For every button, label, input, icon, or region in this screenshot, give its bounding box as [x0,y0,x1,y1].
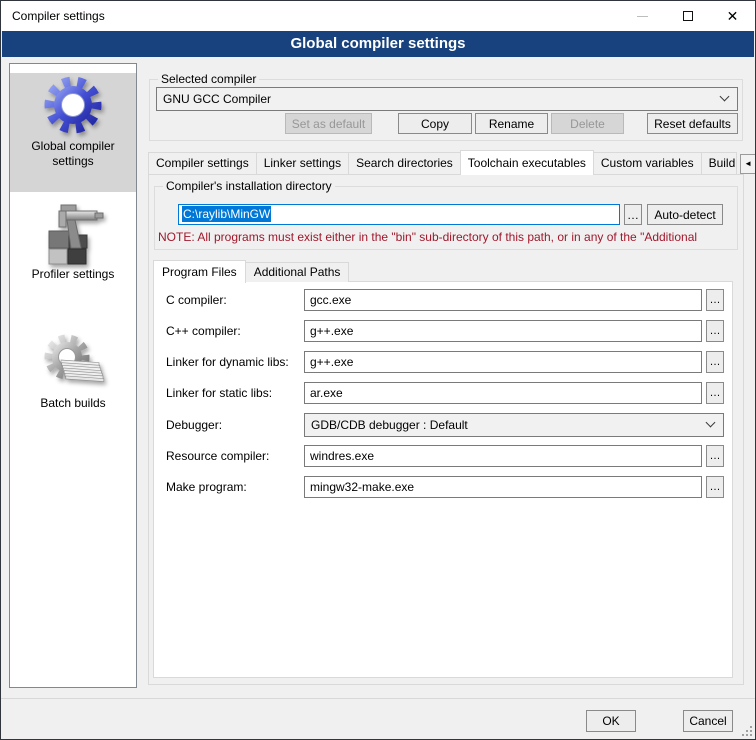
compiler-select[interactable]: GNU GCC Compiler [156,87,738,111]
rename-button[interactable]: Rename [475,113,548,134]
minimize-icon [637,16,648,17]
tab-compiler-settings[interactable]: Compiler settings [148,152,257,174]
sidebar-item-batch-builds[interactable]: Batch builds [10,330,136,450]
tab-scroll-left-icon[interactable]: ◄ [740,154,756,174]
install-dir-browse-button[interactable]: … [624,204,642,225]
blue-gear-icon [41,73,105,137]
caliper-icon [41,201,105,265]
minimize-button[interactable] [620,1,665,31]
copy-button[interactable]: Copy [398,113,472,134]
autodetect-button[interactable]: Auto-detect [647,204,723,225]
sidebar-item-profiler-settings[interactable]: Profiler settings [10,201,136,321]
static-linker-input[interactable] [304,382,702,404]
compiler-select-value: GNU GCC Compiler [163,92,271,106]
delete-button[interactable]: Delete [551,113,624,134]
gray-gear-stack-icon [41,330,105,394]
cpp-compiler-label: C++ compiler: [166,320,241,342]
debugger-select[interactable]: GDB/CDB debugger : Default [304,413,724,437]
chevron-down-icon [720,92,730,102]
cpp-compiler-input[interactable] [304,320,702,342]
banner-title: Global compiler settings [2,31,754,57]
footer-divider [1,698,755,699]
sidebar-item-label: Profiler settings [10,267,136,282]
static-linker-label: Linker for static libs: [166,382,272,404]
sidebar-item-label: Batch builds [10,396,136,411]
set-as-default-button[interactable]: Set as default [285,113,372,134]
resource-compiler-browse-button[interactable]: … [706,445,724,467]
chevron-down-icon [706,418,716,428]
subtab-additional-paths[interactable]: Additional Paths [245,262,350,282]
subtab-program-files[interactable]: Program Files [153,260,246,283]
maximize-button[interactable] [665,1,710,31]
tab-custom-variables[interactable]: Custom variables [593,152,702,174]
make-program-label: Make program: [166,476,247,498]
c-compiler-input[interactable] [304,289,702,311]
sidebar-item-label: Global compiler settings [10,139,136,169]
resource-compiler-label: Resource compiler: [166,445,269,467]
tab-linker-settings[interactable]: Linker settings [256,152,349,174]
install-dir-input[interactable]: C:\raylib\MinGW [178,204,620,225]
resource-compiler-input[interactable] [304,445,702,467]
group-label: Compiler's installation directory [163,179,335,193]
settings-tabbar: Compiler settings Linker settings Search… [148,149,756,174]
dynamic-linker-browse-button[interactable]: … [706,351,724,373]
tab-search-directories[interactable]: Search directories [348,152,461,174]
resize-grip[interactable] [742,726,752,736]
c-compiler-browse-button[interactable]: … [706,289,724,311]
install-dir-value: C:\raylib\MinGW [182,206,271,222]
c-compiler-label: C compiler: [166,289,227,311]
reset-defaults-button[interactable]: Reset defaults [647,113,738,134]
maximize-icon [683,11,693,21]
debugger-select-value: GDB/CDB debugger : Default [311,418,468,432]
close-button[interactable]: ✕ [710,1,755,31]
make-program-input[interactable] [304,476,702,498]
titlebar: Compiler settings ✕ [1,1,755,31]
ok-button[interactable]: OK [586,710,636,732]
sidebar-item-global-compiler-settings[interactable]: Global compiler settings [10,73,136,192]
tab-toolchain-executables[interactable]: Toolchain executables [460,150,594,175]
close-icon: ✕ [727,8,739,25]
tab-build-options[interactable]: Build [701,152,737,174]
window-title: Compiler settings [12,9,105,23]
group-label: Selected compiler [158,72,259,86]
dynamic-linker-input[interactable] [304,351,702,373]
compiler-settings-dialog: Compiler settings ✕ Global compiler sett… [0,0,756,740]
program-tabs: Program Files Additional Paths [153,259,349,282]
cancel-button[interactable]: Cancel [683,710,733,732]
debugger-label: Debugger: [166,414,222,436]
dynamic-linker-label: Linker for dynamic libs: [166,351,289,373]
static-linker-browse-button[interactable]: … [706,382,724,404]
cpp-compiler-browse-button[interactable]: … [706,320,724,342]
settings-category-list: Global compiler settings Profiler se [9,63,137,688]
make-program-browse-button[interactable]: … [706,476,724,498]
